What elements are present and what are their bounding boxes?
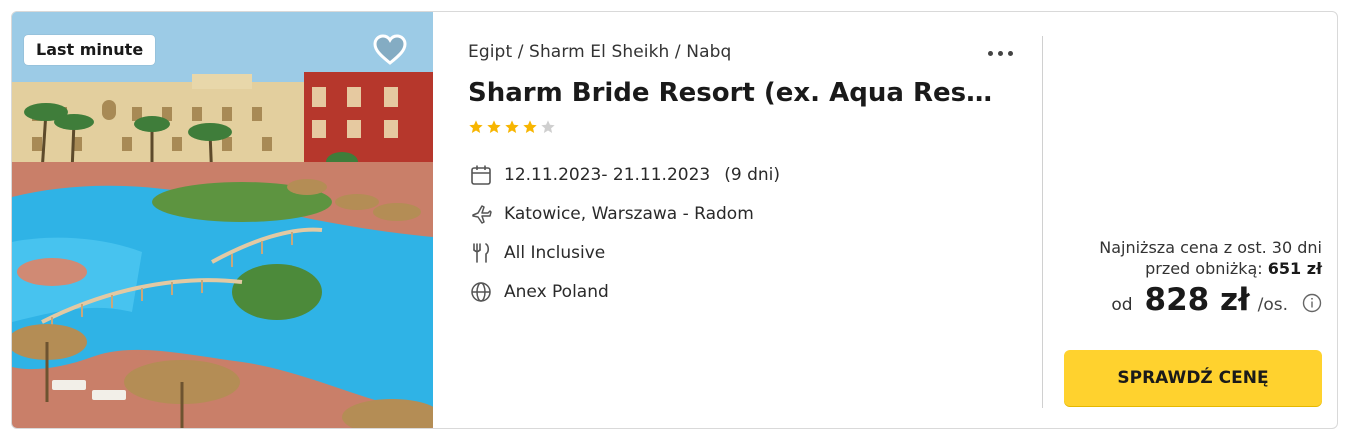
plane-icon <box>468 201 494 227</box>
star-empty-icon <box>541 120 555 133</box>
lowest-price-line2: przed obniżką: 651 zł <box>1099 258 1322 279</box>
star-filled-icon <box>487 120 501 133</box>
hotel-title[interactable]: Sharm Bride Resort (ex. Aqua Resort Shar… <box>468 78 993 108</box>
lowest-price-prefix: przed obniżką: <box>1145 259 1263 278</box>
departure-cities: Katowice, Warszawa - Radom <box>504 204 754 224</box>
offer-card[interactable]: Last minute Egipt / Sharm El Sheikh / Na… <box>11 11 1338 429</box>
tour-operator: Anex Poland <box>504 282 609 302</box>
fork-knife-icon <box>468 240 494 266</box>
offer-details: Egipt / Sharm El Sheikh / Nabq Sharm Bri… <box>468 12 1043 428</box>
dates-row: 12.11.2023- 21.11.2023 (9 dni) <box>468 162 988 188</box>
globe-icon <box>468 279 494 305</box>
star-filled-icon <box>505 120 519 133</box>
star-filled-icon <box>469 120 483 133</box>
info-icon[interactable] <box>1302 293 1322 313</box>
lowest-price-note: Najniższa cena z ost. 30 dni przed obniż… <box>1099 237 1322 279</box>
hotel-photo-illustration <box>12 12 433 428</box>
board-row: All Inclusive <box>468 240 988 266</box>
price-amount: 828 zł <box>1144 282 1250 318</box>
price-line: od 828 zł /os. <box>1111 282 1322 318</box>
star-filled-icon <box>523 120 537 133</box>
last-minute-badge: Last minute <box>24 35 156 65</box>
location-breadcrumb[interactable]: Egipt / Sharm El Sheikh / Nabq <box>468 42 731 62</box>
lowest-price-value: 651 zł <box>1267 259 1322 278</box>
operator-row: Anex Poland <box>468 279 988 305</box>
trip-duration: (9 dni) <box>724 165 780 185</box>
lowest-price-line1: Najniższa cena z ost. 30 dni <box>1099 238 1322 257</box>
departure-row: Katowice, Warszawa - Radom <box>468 201 988 227</box>
more-dots-icon[interactable] <box>983 42 1017 64</box>
price-per-person: /os. <box>1257 295 1288 315</box>
board-type: All Inclusive <box>504 243 606 263</box>
price-box: Najniższa cena z ost. 30 dni przed obniż… <box>1052 12 1322 428</box>
star-rating <box>468 119 556 135</box>
hotel-photo[interactable]: Last minute <box>12 12 433 428</box>
travel-dates: 12.11.2023- 21.11.2023 <box>504 165 711 185</box>
price-from-label: od <box>1111 295 1133 315</box>
calendar-icon <box>468 162 494 188</box>
heart-icon[interactable] <box>372 32 408 68</box>
check-price-button[interactable]: SPRAWDŹ CENĘ <box>1064 350 1322 406</box>
vertical-divider <box>1042 36 1043 408</box>
